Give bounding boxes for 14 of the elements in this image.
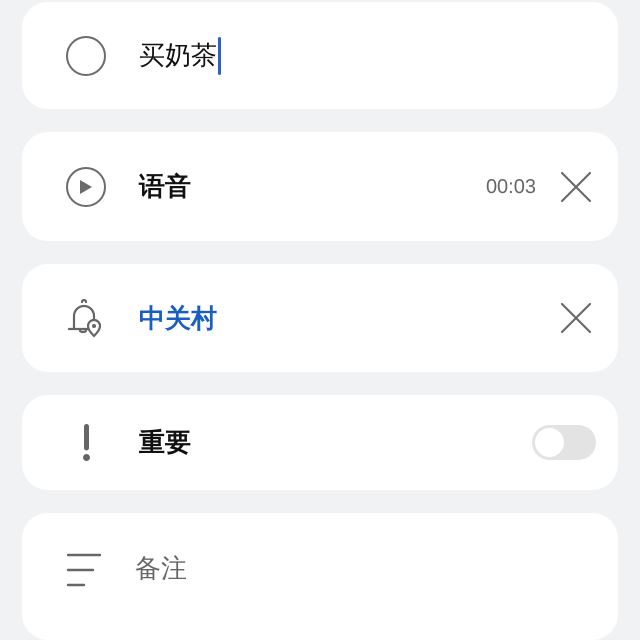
close-icon (561, 303, 591, 333)
play-button[interactable] (66, 166, 106, 207)
play-icon (79, 178, 93, 195)
important-toggle[interactable] (532, 425, 596, 460)
lines-icon (66, 553, 102, 588)
complete-checkbox[interactable] (66, 36, 106, 76)
important-label: 重要 (139, 427, 191, 460)
reminder-location: 中关村 (139, 302, 217, 334)
note-field[interactable]: 备注 (135, 549, 435, 588)
task-title-field[interactable]: 买奶茶 (139, 34, 221, 78)
voice-duration: 00:03 (486, 174, 536, 200)
close-icon (561, 172, 591, 202)
voice-label: 语音 (139, 171, 191, 204)
exclamation-icon (82, 424, 90, 462)
